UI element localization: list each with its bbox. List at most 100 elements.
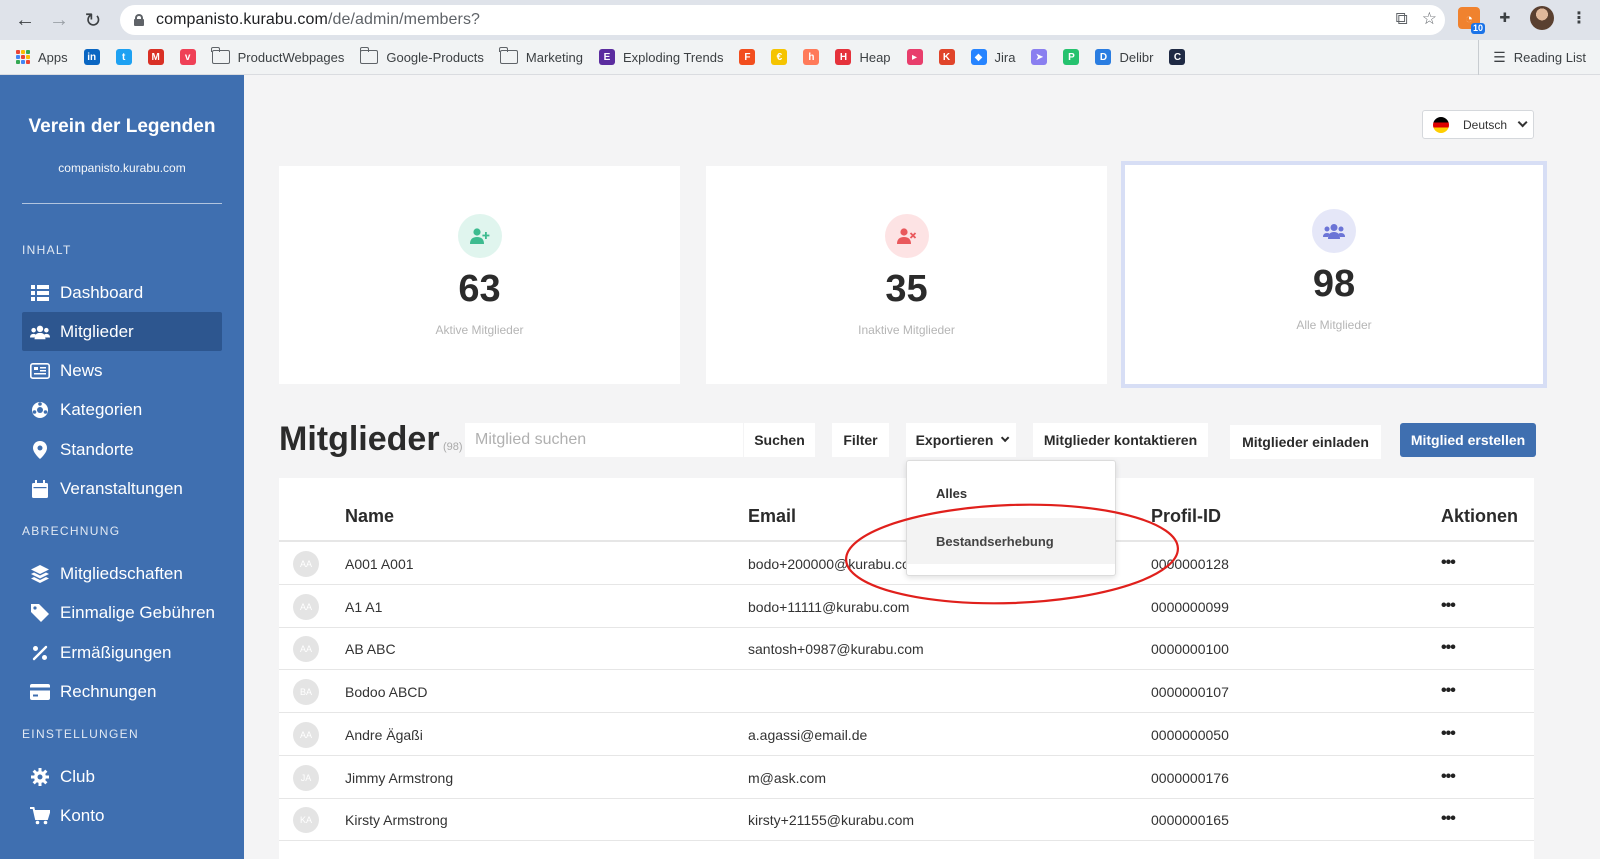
bookmark-send[interactable]: ➤ [1031,49,1048,65]
row-actions-menu-icon[interactable]: ••• [1441,725,1456,743]
lock-icon [134,14,144,26]
twitter-icon: t [115,49,132,65]
table-row[interactable]: AA Andre Ägaßi a.agassi@email.de 0000000050… [279,713,1534,756]
invite-members-button[interactable]: Mitglieder einladen [1230,425,1381,459]
bookmark-exploding-trends[interactable]: E Exploding Trends [599,49,723,65]
cell-email: m@ask.com [748,769,826,786]
cart-icon [30,806,50,825]
table-row[interactable]: AA AB ABC santosh+0987@kurabu.com 000000010… [279,627,1534,671]
send-icon: ➤ [1031,49,1048,65]
delibr-icon: D [1095,49,1112,65]
export-dropdown-menu: Alles Bestandserhebung [906,460,1116,576]
bookmark-jira[interactable]: ◆ Jira [970,49,1015,65]
star-icon[interactable]: ☆ [1422,9,1437,29]
k-icon: K [938,49,955,65]
sidebar: Verein der Legenden companisto.kurabu.co… [0,75,244,859]
address-bar[interactable]: companisto.kurabu.com/de/admin/members? … [120,5,1445,35]
sidebar-item-konto[interactable]: Konto [22,796,222,835]
create-member-button[interactable]: Mitglied erstellen [1400,423,1536,457]
bookmark-euro[interactable]: € [771,49,788,65]
bookmark-twitter[interactable]: t [115,49,132,65]
bookmark-figma[interactable]: F [739,49,756,65]
column-header-name[interactable]: Name [345,506,394,527]
bookmark-apps[interactable]: Apps [16,50,68,65]
export-option-all[interactable]: Alles [907,470,1115,516]
reading-list-button[interactable]: ☰ Reading List [1478,40,1586,75]
bookmark-p[interactable]: P [1063,49,1080,65]
cell-profile-id: 0000000165 [1151,812,1229,829]
bookmark-google-products[interactable]: Google-Products [359,47,484,65]
filter-button[interactable]: Filter [832,423,889,457]
stat-value: 35 [885,268,928,310]
translate-icon[interactable]: ⧉ [1396,9,1408,29]
row-actions-menu-icon[interactable]: ••• [1441,768,1456,786]
bookmark-k[interactable]: K [938,49,955,65]
bookmark-hubspot[interactable]: h [803,49,820,65]
rss-extension-icon[interactable]: ◔ 10 [1458,7,1485,34]
sidebar-item-news[interactable]: News [22,351,222,390]
bookmark-productwebpages[interactable]: ProductWebpages [211,47,344,65]
stat-card-all[interactable]: 98 Alle Mitglieder [1121,161,1547,388]
folder-icon [359,47,379,64]
stat-label: Aktive Mitglieder [435,323,524,337]
table-row[interactable]: AA A1 A1 bodo+11111@kurabu.com 0000000099 ••… [279,585,1534,628]
profile-avatar[interactable] [1530,6,1554,30]
video-icon: ▸ [906,49,923,65]
sidebar-item-label: Mitglieder [60,321,134,341]
table-row[interactable]: KA Kirsty Armstrong kirsty+21155@kurabu.co… [279,798,1534,842]
sidebar-item-kategorien[interactable]: Kategorien [22,390,222,429]
cell-name: Jimmy Armstrong [345,769,454,786]
column-header-email[interactable]: Email [748,506,796,527]
puzzle-icon[interactable]: ✚ [1494,7,1516,29]
export-button[interactable]: Exportieren [906,423,1016,457]
contact-members-button[interactable]: Mitglieder kontaktieren [1033,423,1208,457]
row-actions-menu-icon[interactable]: ••• [1441,810,1456,828]
row-actions-menu-icon[interactable]: ••• [1441,554,1456,572]
sidebar-item-label: Club [60,766,95,786]
bookmark-gmail[interactable]: M [147,49,164,65]
row-avatar: AA [293,593,319,620]
forward-icon[interactable]: → [42,3,76,37]
search-input[interactable] [465,423,743,457]
bookmark-c[interactable]: C [1169,49,1186,65]
sidebar-item-mitglieder[interactable]: Mitglieder [22,312,222,351]
bookmark-pocket[interactable]: v [179,49,196,65]
language-select[interactable]: Deutsch [1422,110,1534,139]
cell-profile-id: 0000000050 [1151,726,1229,743]
back-icon[interactable]: ← [8,3,42,37]
cell-email: bodo+200000@kurabu.com [748,556,922,572]
stat-card-inactive[interactable]: 35 Inaktive Mitglieder [706,166,1107,384]
sidebar-item-ermäßigungen[interactable]: Ermäßigungen [22,633,222,672]
row-actions-menu-icon[interactable]: ••• [1441,639,1456,657]
row-actions-menu-icon[interactable]: ••• [1441,682,1456,700]
search-button[interactable]: Suchen [744,423,815,457]
table-row[interactable]: JA Jimmy Armstrong m@ask.com 0000000176 ••• [279,756,1534,799]
bookmark-delibr[interactable]: D Delibr [1095,49,1153,65]
table-row[interactable]: BA Bodoo ABCD 0000000107 ••• [279,670,1534,714]
kebab-menu-icon[interactable]: ⋮ [1568,7,1590,29]
stat-card-active[interactable]: 63 Aktive Mitglieder [279,166,680,384]
bookmark-heap[interactable]: H Heap [835,49,891,65]
row-actions-menu-icon[interactable]: ••• [1441,597,1456,615]
sidebar-item-dashboard[interactable]: Dashboard [22,273,222,312]
sidebar-item-standorte[interactable]: Standorte [22,430,222,469]
credit-card-icon [30,683,50,700]
sidebar-item-rechnungen[interactable]: Rechnungen [22,672,222,711]
sidebar-item-club[interactable]: Club [22,757,222,796]
sidebar-item-einmalige-gebühren[interactable]: Einmalige Gebühren [22,593,222,632]
jira-icon: ◆ [970,49,987,65]
column-header-profile-id[interactable]: Profil-ID [1151,506,1221,527]
reload-icon[interactable]: ↻ [76,3,110,37]
bookmark-marketing[interactable]: Marketing [499,47,583,65]
bookmark-linkedin[interactable]: in [83,49,100,65]
sidebar-item-label: Rechnungen [60,681,157,701]
url-text: companisto.kurabu.com/de/admin/members? [156,11,481,28]
calendar-icon [30,479,50,498]
cell-profile-id: 0000000107 [1151,684,1229,701]
cell-email: bodo+11111@kurabu.com [748,598,910,615]
bookmark-video[interactable]: ▸ [906,49,923,65]
column-header-actions: Aktionen [1441,506,1519,526]
sidebar-item-veranstaltungen[interactable]: Veranstaltungen [22,469,222,508]
export-option-inventory[interactable]: Bestandserhebung [907,518,1115,564]
sidebar-item-mitgliedschaften[interactable]: Mitgliedschaften [22,554,222,593]
